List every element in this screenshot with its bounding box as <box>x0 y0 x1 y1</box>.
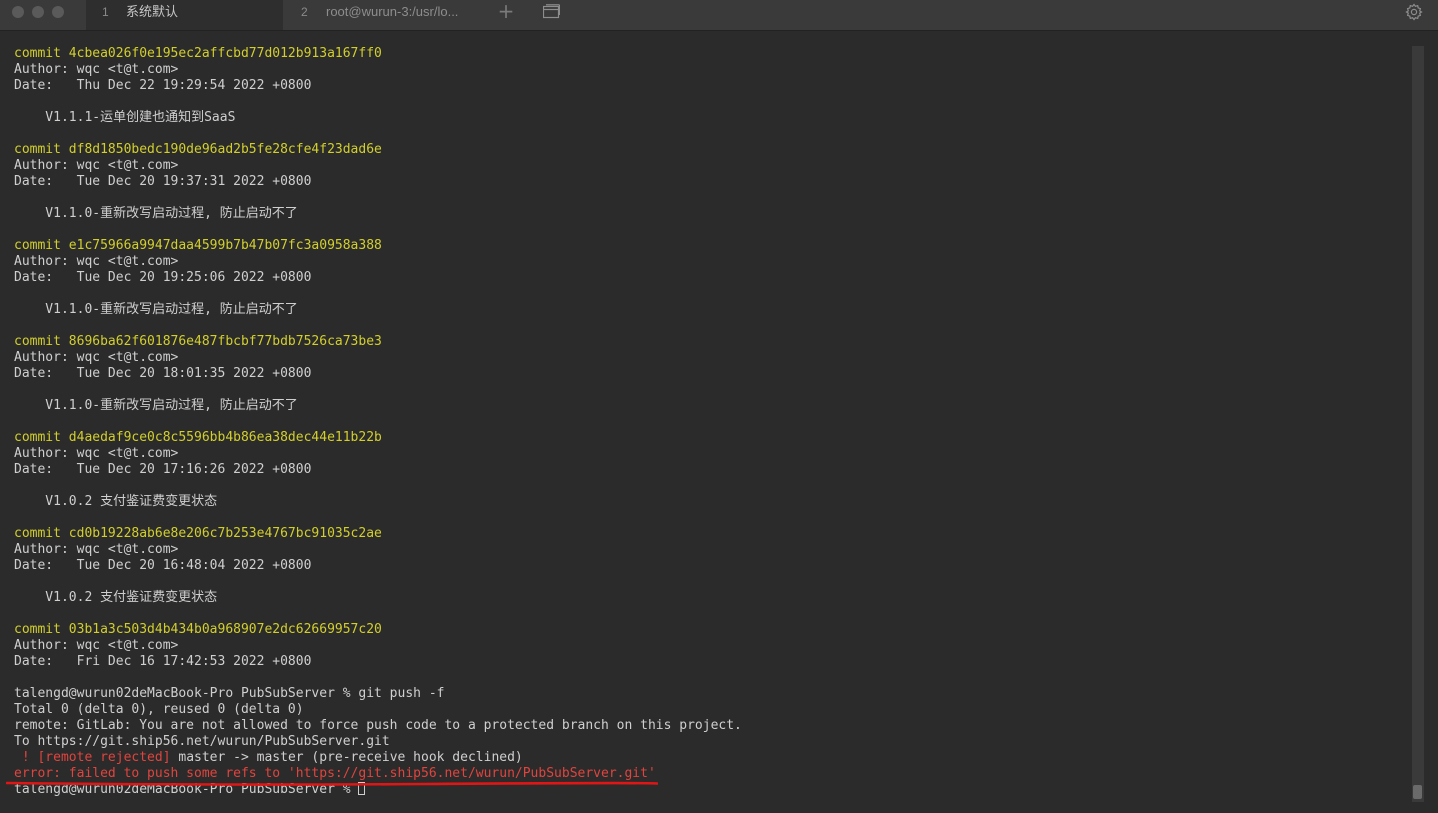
rejected-detail: master -> master (pre-receive hook decli… <box>170 750 523 765</box>
commit-author: Author: wqc <t@t.com> <box>14 638 179 653</box>
tab-label: 系统默认 <box>126 4 179 19</box>
push-command: talengd@wurun02deMacBook-Pro PubSubServe… <box>14 686 445 701</box>
terminal-output[interactable]: commit 4cbea026f0e195ec2affcbd77d012b913… <box>14 46 1404 798</box>
commit-hash: commit 8696ba62f601876e487fbcbf77bdb7526… <box>14 334 382 349</box>
gear-icon[interactable] <box>1405 3 1423 21</box>
commit-date: Date: Tue Dec 20 19:25:06 2022 +0800 <box>14 270 312 285</box>
commit-date: Date: Thu Dec 22 19:29:54 2022 +0800 <box>14 78 312 93</box>
commit-date: Date: Tue Dec 20 16:48:04 2022 +0800 <box>14 558 312 573</box>
tab-bar: 1 系统默认 2 root@wurun-3:/usr/lo... + <box>0 0 1438 31</box>
commit-message: V1.1.1-运单创建也通知到SaaS <box>14 110 236 125</box>
push-destination: To https://git.ship56.net/wurun/PubSubSe… <box>14 734 390 749</box>
commit-author: Author: wqc <t@t.com> <box>14 446 179 461</box>
commit-message: V1.1.0-重新改写启动过程, 防止启动不了 <box>14 206 298 221</box>
commit-message: V1.0.2 支付鉴证费变更状态 <box>14 494 218 509</box>
commit-date: Date: Tue Dec 20 18:01:35 2022 +0800 <box>14 366 312 381</box>
commit-hash: commit 03b1a3c503d4b434b0a968907e2dc6266… <box>14 622 382 637</box>
commit-author: Author: wqc <t@t.com> <box>14 62 179 77</box>
commit-date: Date: Fri Dec 16 17:42:53 2022 +0800 <box>14 654 312 669</box>
commit-hash: commit d4aedaf9ce0c8c5596bb4b86ea38dec44… <box>14 430 382 445</box>
commit-author: Author: wqc <t@t.com> <box>14 158 179 173</box>
commit-author: Author: wqc <t@t.com> <box>14 542 179 557</box>
push-total: Total 0 (delta 0), reused 0 (delta 0) <box>14 702 304 717</box>
minimize-window-button[interactable] <box>32 6 44 18</box>
scrollbar-thumb[interactable] <box>1413 785 1422 799</box>
rejected-tag: ! [remote rejected] <box>14 750 171 765</box>
add-tab-button[interactable]: + <box>497 1 515 23</box>
push-error: error: failed to push some refs to 'http… <box>14 766 656 781</box>
scrollbar[interactable] <box>1412 46 1424 802</box>
push-remote-message: remote: GitLab: You are not allowed to f… <box>14 718 742 733</box>
commit-hash: commit e1c75966a9947daa4599b7b47b07fc3a0… <box>14 238 382 253</box>
red-underline-annotation <box>6 781 658 786</box>
commit-hash: commit cd0b19228ab6e8e206c7b253e4767bc91… <box>14 526 382 541</box>
commit-message: V1.1.0-重新改写启动过程, 防止启动不了 <box>14 302 298 317</box>
tabs-icon[interactable] <box>543 4 560 19</box>
commit-message: V1.0.2 支付鉴证费变更状态 <box>14 590 218 605</box>
tab-number: 2 <box>301 5 308 19</box>
commit-author: Author: wqc <t@t.com> <box>14 254 179 269</box>
commit-hash: commit 4cbea026f0e195ec2affcbd77d012b913… <box>14 46 382 61</box>
zoom-window-button[interactable] <box>52 6 64 18</box>
tab-number: 1 <box>102 5 109 19</box>
tab-label: root@wurun-3:/usr/lo... <box>326 4 459 19</box>
commit-date: Date: Tue Dec 20 19:37:31 2022 +0800 <box>14 174 312 189</box>
commit-hash: commit df8d1850bedc190de96ad2b5fe28cfe4f… <box>14 142 382 157</box>
terminal-window: 1 系统默认 2 root@wurun-3:/usr/lo... + commi… <box>0 0 1438 813</box>
tab-2[interactable]: 2 root@wurun-3:/usr/lo... <box>283 0 488 30</box>
commit-message: V1.1.0-重新改写启动过程, 防止启动不了 <box>14 398 298 413</box>
close-window-button[interactable] <box>12 6 24 18</box>
commit-date: Date: Tue Dec 20 17:16:26 2022 +0800 <box>14 462 312 477</box>
commit-author: Author: wqc <t@t.com> <box>14 350 179 365</box>
push-rejected-line: ! [remote rejected] master -> master (pr… <box>14 750 1404 766</box>
tab-1[interactable]: 1 系统默认 <box>86 0 283 30</box>
